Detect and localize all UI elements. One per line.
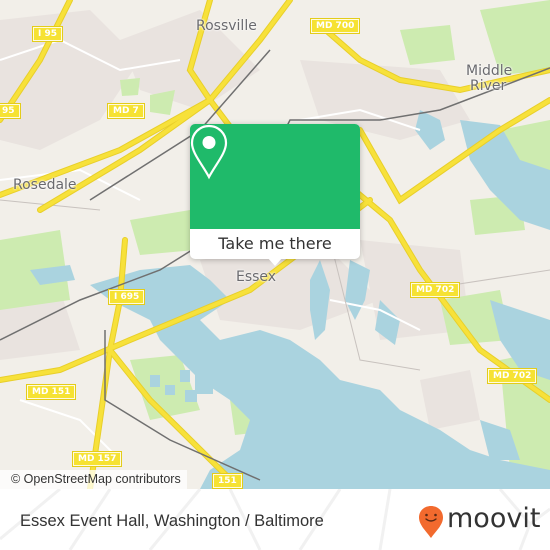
road-shield-i695: I 695: [107, 289, 146, 305]
map-attribution[interactable]: © OpenStreetMap contributors: [0, 470, 187, 489]
road-shield-i95: I 95: [31, 26, 64, 42]
take-me-there-button[interactable]: Take me there: [190, 229, 360, 259]
road-shield-i95-left: 95: [0, 103, 21, 119]
moovit-wordmark: moovit: [447, 503, 541, 534]
location-popup: Take me there: [190, 124, 360, 266]
road-shield-md7: MD 7: [107, 103, 145, 119]
road-shield-md700: MD 700: [309, 18, 361, 34]
place-label-middle-river-2: River: [470, 78, 507, 94]
place-label-essex: Essex: [236, 269, 277, 285]
place-label-rossville: Rossville: [196, 18, 257, 34]
road-shield-md151-bottom: 151: [212, 473, 243, 489]
place-title: Essex Event Hall, Washington / Baltimore: [20, 512, 324, 530]
place-label-rosedale: Rosedale: [13, 177, 77, 193]
road-shield-md157: MD 157: [71, 451, 123, 467]
moovit-pin-icon: [419, 506, 443, 538]
popup-pointer: [267, 257, 283, 266]
map-pin-icon: [190, 124, 228, 180]
map-view[interactable]: Rossville Middle River Rosedale Essex I …: [0, 0, 550, 489]
road-shield-md151: MD 151: [25, 384, 77, 400]
place-label-middle-river: Middle: [466, 63, 513, 79]
road-shield-md702: MD 702: [409, 282, 461, 298]
popup-header: [190, 124, 360, 229]
footer-bar: Essex Event Hall, Washington / Baltimore…: [0, 489, 550, 550]
road-shield-md702-lower: MD 702: [486, 368, 538, 384]
